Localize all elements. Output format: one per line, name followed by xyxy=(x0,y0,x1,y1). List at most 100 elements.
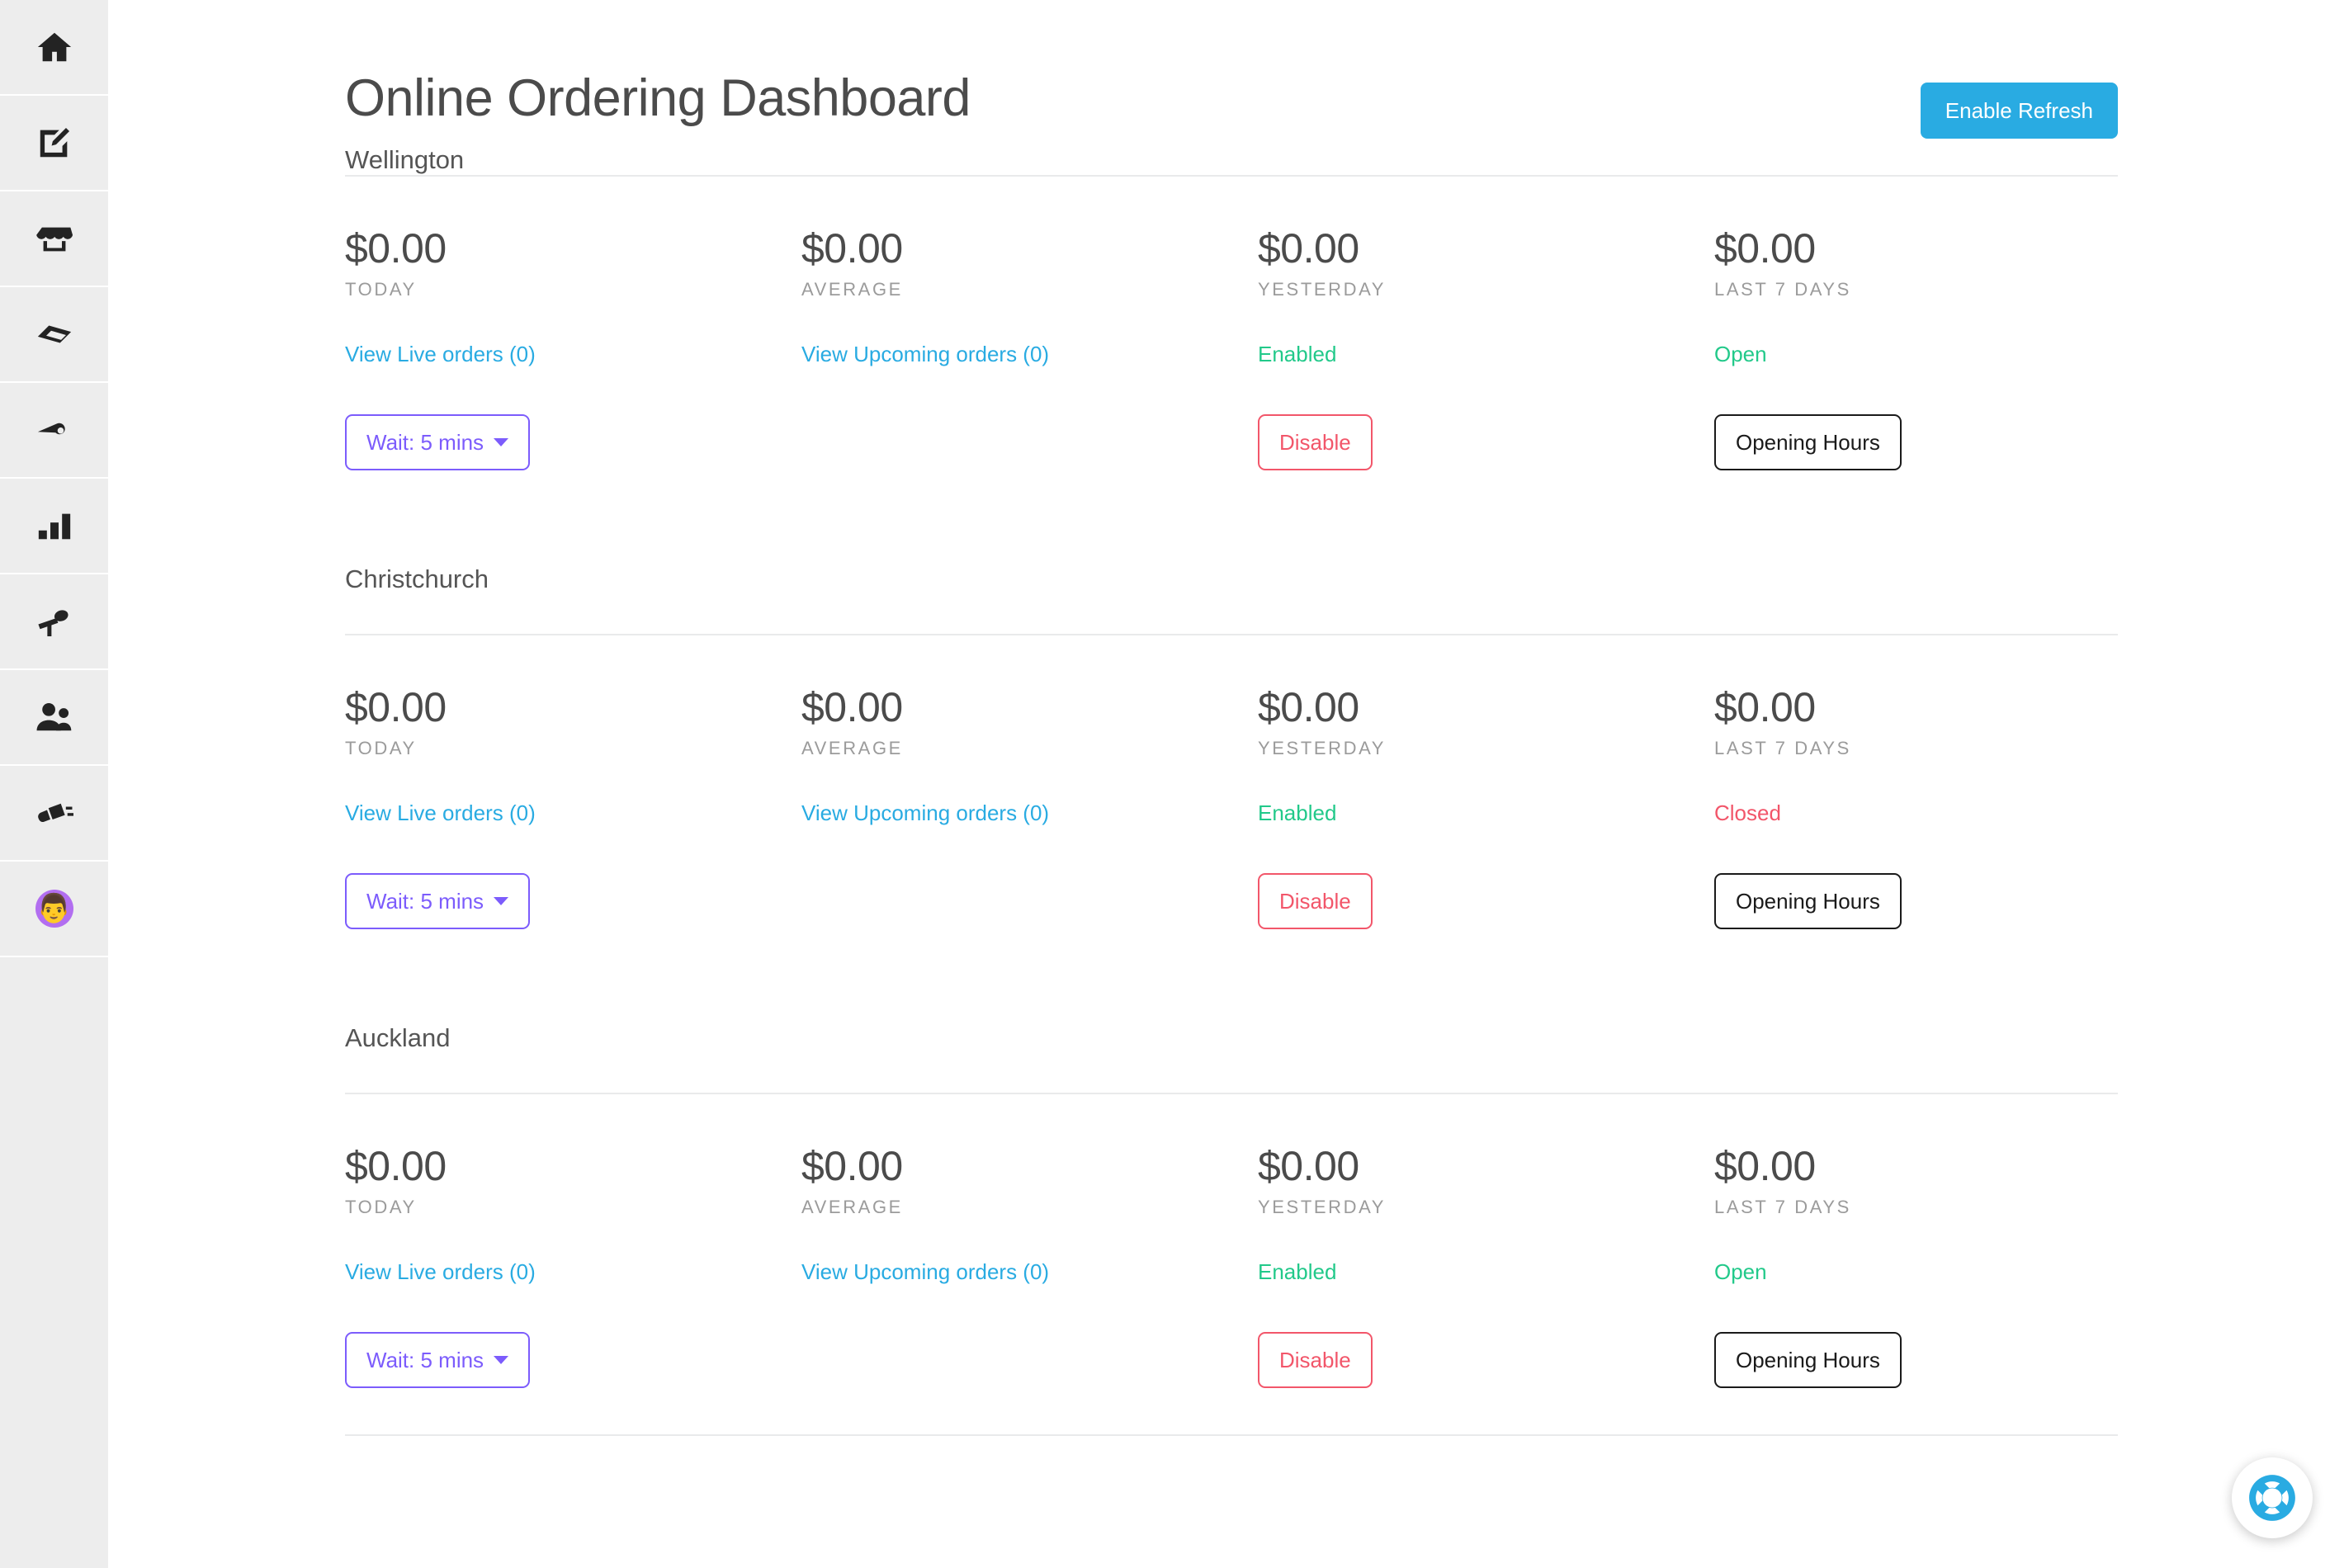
today-value: $0.00 xyxy=(345,225,447,272)
disable-action-row: Disable xyxy=(1258,873,1714,929)
store-status-badge: Open xyxy=(1714,1259,1767,1284)
chevron-down-icon xyxy=(494,438,509,446)
last7-label: LAST 7 DAYS xyxy=(1714,738,1851,758)
stat-col-today: $0.00 TODAY View Live orders (0) Wait: 5 mi… xyxy=(345,228,801,470)
ordering-status-row: Enabled xyxy=(1258,1259,1714,1289)
yesterday-value: $0.00 xyxy=(1258,1143,1359,1189)
stores-container: $0.00 TODAY View Live orders (0) Wait: 5 mi… xyxy=(345,175,2118,1436)
store-status-badge: Closed xyxy=(1714,801,1781,825)
stat-col-yesterday: $0.00 YESTERDAY Enabled Disable xyxy=(1258,228,1714,470)
sidebar-item-store[interactable] xyxy=(0,191,108,287)
sidebar-item-integrations[interactable] xyxy=(0,766,108,862)
sidebar-item-customers[interactable] xyxy=(0,670,108,766)
wait-time-dropdown-button[interactable]: Wait: 5 mins xyxy=(345,873,531,929)
average-value: $0.00 xyxy=(801,225,903,272)
store-stats-row: $0.00 TODAY View Live orders (0) Wait: 5 mi… xyxy=(345,1094,2118,1434)
yesterday-label: YESTERDAY xyxy=(1258,1197,1387,1217)
section-divider xyxy=(345,1434,2118,1436)
opening-hours-button[interactable]: Opening Hours xyxy=(1714,873,1902,929)
average-label: AVERAGE xyxy=(801,1197,903,1217)
store-section: Auckland $0.00 TODAY View Live orders (0) Wa… xyxy=(345,975,2118,1434)
upcoming-orders-row: View Upcoming orders (0) xyxy=(801,801,1258,830)
ticket-icon xyxy=(35,315,73,353)
today-value: $0.00 xyxy=(345,1143,447,1189)
sidebar-filler xyxy=(0,957,108,1568)
opening-hours-action-row: Opening Hours xyxy=(1714,873,2171,929)
megaphone-icon xyxy=(35,411,73,449)
edit-square-icon xyxy=(35,124,73,162)
disable-ordering-button[interactable]: Disable xyxy=(1258,414,1373,470)
page-header: Online Ordering Dashboard Wellington Ena… xyxy=(345,0,2118,175)
view-upcoming-orders-link[interactable]: View Upcoming orders (0) xyxy=(801,342,1049,366)
view-live-orders-link[interactable]: View Live orders (0) xyxy=(345,342,536,366)
view-live-orders-link[interactable]: View Live orders (0) xyxy=(345,1259,536,1284)
last7-value: $0.00 xyxy=(1714,1143,1816,1189)
opening-hours-button[interactable]: Opening Hours xyxy=(1714,414,1902,470)
content-container: Online Ordering Dashboard Wellington Ena… xyxy=(345,0,2118,1436)
app-root: 👨 Online Ordering Dashboard Wellington E… xyxy=(0,0,2344,1568)
average-action-row xyxy=(801,414,1258,470)
disable-action-row: Disable xyxy=(1258,1332,1714,1388)
live-orders-row: View Live orders (0) xyxy=(345,1259,801,1289)
disable-action-row: Disable xyxy=(1258,414,1714,470)
stat-col-today: $0.00 TODAY View Live orders (0) Wait: 5 mi… xyxy=(345,687,801,929)
view-upcoming-orders-link[interactable]: View Upcoming orders (0) xyxy=(801,801,1049,825)
yesterday-label: YESTERDAY xyxy=(1258,738,1387,758)
store-icon xyxy=(35,220,73,257)
chevron-down-icon xyxy=(494,1356,509,1364)
avatar-glyph: 👨 xyxy=(36,893,72,924)
last7-label: LAST 7 DAYS xyxy=(1714,279,1851,300)
upcoming-orders-row: View Upcoming orders (0) xyxy=(801,1259,1258,1289)
enable-refresh-button[interactable]: Enable Refresh xyxy=(1920,83,2118,139)
wait-time-label: Wait: 5 mins xyxy=(366,1347,484,1372)
sidebar-item-tickets[interactable] xyxy=(0,287,108,383)
store-section: $0.00 TODAY View Live orders (0) Wait: 5 mi… xyxy=(345,175,2118,517)
stat-col-average: $0.00 AVERAGE View Upcoming orders (0) xyxy=(801,687,1258,929)
ordering-status-badge: Enabled xyxy=(1258,1259,1337,1284)
yesterday-value: $0.00 xyxy=(1258,225,1359,272)
live-orders-row: View Live orders (0) xyxy=(345,801,801,830)
average-value: $0.00 xyxy=(801,1143,903,1189)
view-live-orders-link[interactable]: View Live orders (0) xyxy=(345,801,536,825)
disable-ordering-button[interactable]: Disable xyxy=(1258,873,1373,929)
wait-action-row: Wait: 5 mins xyxy=(345,1332,801,1388)
opening-hours-action-row: Opening Hours xyxy=(1714,1332,2171,1388)
microphone-icon xyxy=(35,602,73,640)
live-orders-row: View Live orders (0) xyxy=(345,342,801,371)
sidebar-item-edit[interactable] xyxy=(0,96,108,191)
ordering-status-badge: Enabled xyxy=(1258,801,1337,825)
yesterday-value: $0.00 xyxy=(1258,684,1359,730)
page-subtitle: Wellington xyxy=(345,145,465,175)
last7-value: $0.00 xyxy=(1714,684,1816,730)
ordering-status-row: Enabled xyxy=(1258,801,1714,830)
bar-chart-icon xyxy=(35,507,73,545)
store-stats-row: $0.00 TODAY View Live orders (0) Wait: 5 mi… xyxy=(345,177,2118,517)
stat-col-average: $0.00 AVERAGE View Upcoming orders (0) xyxy=(801,228,1258,470)
opening-hours-button[interactable]: Opening Hours xyxy=(1714,1332,1902,1388)
chevron-down-icon xyxy=(494,897,509,905)
store-stats-row: $0.00 TODAY View Live orders (0) Wait: 5 mi… xyxy=(345,635,2118,975)
stat-col-last7days: $0.00 LAST 7 DAYS Open Opening Hours xyxy=(1714,228,2171,470)
view-upcoming-orders-link[interactable]: View Upcoming orders (0) xyxy=(801,1259,1049,1284)
stat-col-today: $0.00 TODAY View Live orders (0) Wait: 5 mi… xyxy=(345,1145,801,1388)
stat-col-yesterday: $0.00 YESTERDAY Enabled Disable xyxy=(1258,687,1714,929)
disable-ordering-button[interactable]: Disable xyxy=(1258,1332,1373,1388)
sidebar-item-reports[interactable] xyxy=(0,479,108,574)
stat-col-last7days: $0.00 LAST 7 DAYS Closed Opening Hours xyxy=(1714,687,2171,929)
upcoming-orders-row: View Upcoming orders (0) xyxy=(801,342,1258,371)
home-icon xyxy=(35,28,73,66)
sidebar-item-promotions[interactable] xyxy=(0,383,108,479)
average-action-row xyxy=(801,1332,1258,1388)
stat-col-last7days: $0.00 LAST 7 DAYS Open Opening Hours xyxy=(1714,1145,2171,1388)
main-content: Online Ordering Dashboard Wellington Ena… xyxy=(108,0,2344,1568)
wait-time-dropdown-button[interactable]: Wait: 5 mins xyxy=(345,414,531,470)
last7-value: $0.00 xyxy=(1714,225,1816,272)
wait-time-dropdown-button[interactable]: Wait: 5 mins xyxy=(345,1332,531,1388)
stat-col-average: $0.00 AVERAGE View Upcoming orders (0) xyxy=(801,1145,1258,1388)
help-widget-button[interactable] xyxy=(2232,1457,2313,1538)
wait-action-row: Wait: 5 mins xyxy=(345,873,801,929)
sidebar-item-profile[interactable]: 👨 xyxy=(0,862,108,957)
sidebar-item-home[interactable] xyxy=(0,0,108,96)
sidebar-item-feedback[interactable] xyxy=(0,574,108,670)
store-status-badge: Open xyxy=(1714,342,1767,366)
